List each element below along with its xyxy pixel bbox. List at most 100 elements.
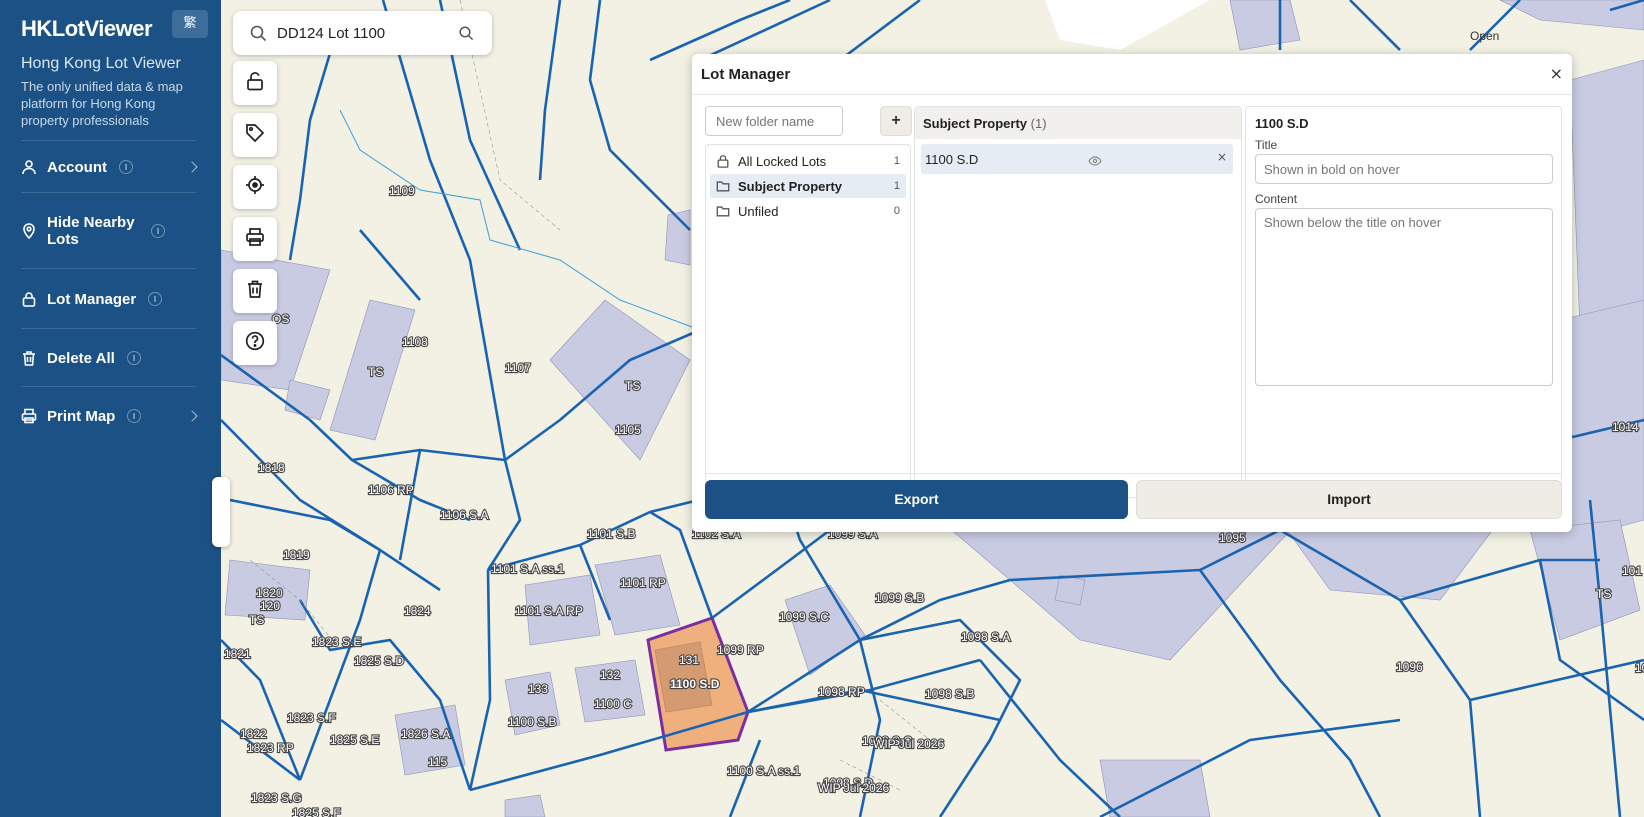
sidebar-item-print-map[interactable]: Print Map	[21, 386, 198, 444]
selected-folder-name: Subject Property	[923, 116, 1028, 131]
lot-manager-dialog: Lot Manager × + All Locked Lots 1 Subjec…	[692, 54, 1572, 532]
app-title: Hong Kong Lot Viewer	[21, 55, 181, 72]
map-label: 1101 RP	[620, 576, 666, 590]
folder-list: All Locked Lots 1 Subject Property 1 Unf…	[705, 144, 911, 498]
print-button[interactable]	[233, 217, 277, 261]
folder-item-subject-property[interactable]: Subject Property 1	[710, 174, 906, 198]
sidebar-item-account[interactable]: Account	[21, 140, 198, 192]
map-label: 1014	[1612, 420, 1639, 434]
map-label: 1108	[402, 335, 428, 349]
info-icon[interactable]	[127, 409, 142, 423]
map-label: 1095	[1219, 531, 1246, 545]
map-label: 1101 S.A RP	[515, 604, 583, 618]
content-field[interactable]	[1255, 208, 1553, 386]
add-folder-button[interactable]: +	[880, 106, 912, 136]
new-folder-input[interactable]	[705, 106, 843, 136]
printer-icon	[245, 227, 265, 252]
map-label: 1818	[258, 461, 285, 475]
title-field[interactable]	[1255, 154, 1553, 184]
map-label: 120	[260, 599, 280, 613]
folder-item-unfiled[interactable]: Unfiled 0	[710, 199, 906, 223]
map-label: 1100 S.B	[508, 715, 556, 729]
export-button[interactable]: Export	[705, 480, 1128, 519]
map-label: 1098 S.A	[961, 630, 1010, 644]
map-label: 1823 RP	[247, 741, 294, 755]
unlock-button[interactable]	[233, 61, 277, 105]
lot-list-panel: Subject Property (1) 1100 S.D ×	[914, 106, 1242, 498]
folder-count: 1	[893, 180, 900, 192]
printer-icon	[21, 408, 37, 424]
info-icon[interactable]	[126, 351, 141, 365]
sidebar-item-label: Lot Manager	[47, 290, 137, 308]
folder-icon	[716, 204, 730, 218]
map-label: 1098 S.B	[925, 687, 974, 701]
map-label-highlighted: 1100 S.D	[670, 677, 720, 691]
map-label: WIP Jul 2026	[818, 781, 889, 795]
map-label: TS	[249, 613, 264, 627]
sidebar-item-label: Account	[47, 158, 107, 176]
tag-button[interactable]	[233, 113, 277, 157]
remove-lot-icon[interactable]: ×	[1217, 150, 1227, 164]
sidebar-collapse-handle[interactable]	[212, 477, 230, 547]
info-icon[interactable]	[148, 292, 163, 306]
map-label: 1823 S.G	[251, 791, 302, 805]
info-icon[interactable]	[119, 160, 133, 174]
crosshair-icon	[245, 175, 265, 200]
map-label: 1109	[389, 184, 415, 198]
search-icon	[250, 25, 267, 47]
info-icon[interactable]	[151, 224, 165, 238]
sidebar-item-label: Hide Nearby Lots	[47, 214, 135, 248]
map-label: 1825 S.F	[292, 806, 341, 817]
map-label: 132	[600, 668, 620, 682]
sidebar-item-label: Print Map	[47, 407, 116, 425]
delete-button[interactable]	[233, 269, 277, 313]
divider	[692, 94, 1572, 95]
dialog-title: Lot Manager	[701, 66, 791, 83]
locate-button[interactable]	[233, 165, 277, 209]
folder-name: Unfiled	[738, 203, 779, 219]
location-pin-icon	[21, 223, 37, 239]
search-bar[interactable]	[233, 11, 492, 55]
map-label: 1826 S.A	[401, 727, 450, 741]
import-button[interactable]: Import	[1136, 480, 1562, 519]
help-icon	[245, 331, 265, 356]
chevron-right-icon	[186, 161, 198, 173]
sidebar-item-lot-manager[interactable]: Lot Manager	[21, 268, 196, 328]
lot-name: 1100 S.D	[925, 152, 979, 167]
map-label: 1824	[404, 604, 431, 618]
brand-logo[interactable]: HKLotViewer	[21, 16, 153, 42]
map-label: 1825 S.E	[330, 733, 379, 747]
map-label: 131	[679, 653, 699, 667]
search-input[interactable]	[277, 21, 447, 45]
map-label: 1825 S.D	[354, 654, 404, 668]
folder-item-all-locked-lots[interactable]: All Locked Lots 1	[710, 149, 906, 173]
language-toggle-button[interactable]: 繁	[172, 10, 208, 38]
close-icon[interactable]: ×	[1550, 64, 1563, 83]
help-button[interactable]	[233, 321, 277, 365]
map-label: 1101 S.A ss.1	[491, 562, 564, 576]
eye-icon[interactable]	[1088, 154, 1102, 169]
map-label: 1101 S.B	[587, 527, 635, 541]
map-label: WIP Jul 2026	[873, 737, 944, 751]
map-label: 115	[428, 755, 447, 769]
map-label: 101	[1622, 564, 1642, 578]
map-label: 1099 S.C	[779, 610, 829, 624]
sidebar-item-hide-nearby-lots[interactable]: Hide Nearby Lots	[21, 192, 196, 268]
map-label: 1106 S.A	[440, 508, 488, 522]
unlock-icon	[245, 71, 265, 96]
map-label: 1096	[1396, 660, 1423, 674]
map-label: 1822	[240, 727, 267, 741]
trash-icon	[21, 350, 37, 366]
folder-count: 1	[893, 155, 900, 167]
map-label: 1100 S.A ss.1	[727, 764, 800, 778]
lot-list-header: Subject Property (1)	[915, 107, 1241, 139]
divider	[705, 473, 1562, 474]
lot-item[interactable]: 1100 S.D ×	[921, 144, 1233, 174]
lot-details-panel: 1100 S.D Title Content	[1245, 106, 1562, 498]
title-label: Title	[1255, 138, 1278, 152]
content-label: Content	[1255, 192, 1298, 206]
folder-name: All Locked Lots	[738, 153, 827, 169]
search-submit-icon[interactable]	[459, 26, 474, 46]
sidebar-item-delete-all[interactable]: Delete All	[21, 328, 196, 386]
sidebar: HKLotViewer 繁 Hong Kong Lot Viewer The o…	[0, 0, 221, 817]
